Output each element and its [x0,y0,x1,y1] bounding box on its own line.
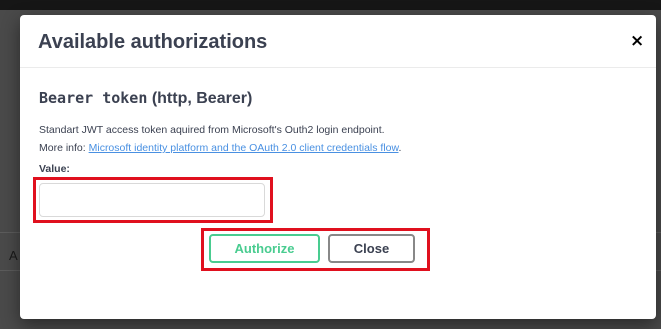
auth-scheme-type: (http, Bearer) [151,90,253,107]
authorization-dialog: Available authorizations × [20,15,656,319]
auth-scheme-title: Bearer token (http, Bearer) [39,89,252,108]
more-info-prefix: More info: [39,142,86,154]
top-bar-background [0,0,661,10]
auth-scheme-description: Standart JWT access token aquired from M… [39,124,385,136]
more-info-link[interactable]: Microsoft identity platform and the OAut… [89,142,399,154]
backdrop-text-fragment: A [9,248,18,263]
value-label: Value: [39,163,70,175]
highlight-box-input [33,177,273,223]
dialog-header: Available authorizations × [20,15,656,68]
more-info-suffix: . [398,142,402,154]
highlight-box-buttons [201,228,430,271]
more-info-line: More info: Microsoft identity platform a… [39,142,401,154]
auth-scheme-name: Bearer token [39,89,148,107]
dialog-title: Available authorizations [38,31,268,53]
close-icon[interactable]: × [630,33,644,50]
